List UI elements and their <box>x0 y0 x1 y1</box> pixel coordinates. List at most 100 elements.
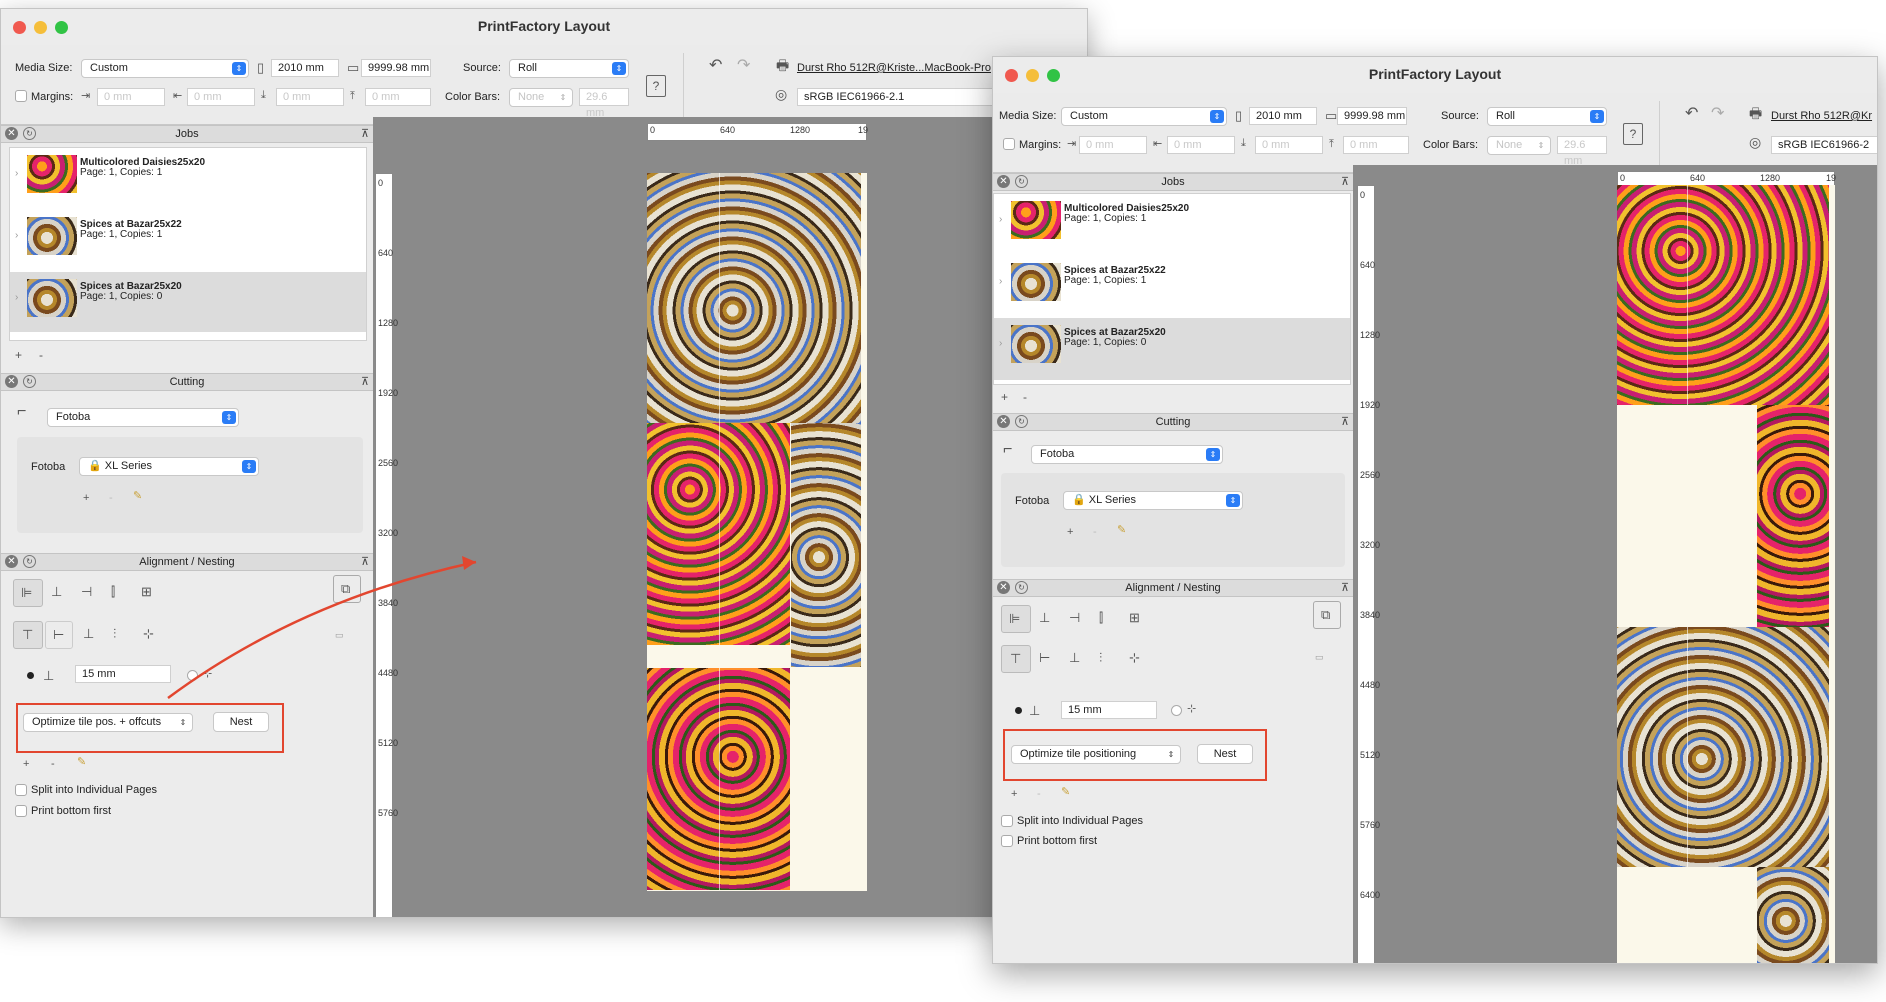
help-icon[interactable]: ? <box>646 75 666 97</box>
margin-top-field[interactable]: 0 mm <box>1343 136 1409 154</box>
margin-left-field[interactable]: 0 mm <box>1079 136 1147 154</box>
color-bars-select[interactable]: None ⇕ <box>1487 136 1551 155</box>
split-pages-checkbox[interactable] <box>15 784 27 796</box>
align-center-icon[interactable]: ⊥ <box>1039 611 1050 624</box>
chevron-right-icon[interactable]: › <box>15 230 18 241</box>
device-select[interactable]: 🔒 XL Series ⇕ <box>79 457 259 476</box>
margin-right-field[interactable]: 0 mm <box>1167 136 1235 154</box>
refresh-panel-icon[interactable]: ↻ <box>1015 175 1028 188</box>
close-panel-icon[interactable]: ✕ <box>5 127 18 140</box>
distribute-v-icon[interactable]: ⫶ <box>1099 651 1102 664</box>
margin-top-field[interactable]: 0 mm <box>365 88 431 106</box>
nest-frame-button[interactable]: ⧉ <box>1313 601 1341 629</box>
edit-pencil-icon[interactable]: ✎ <box>133 491 142 502</box>
margin-right-field[interactable]: 0 mm <box>187 88 255 106</box>
image-tile-daisies[interactable] <box>1617 185 1829 405</box>
edit-pencil-icon[interactable]: ✎ <box>1117 525 1126 536</box>
remove-job-button[interactable]: - <box>1023 391 1027 403</box>
close-window-button[interactable] <box>1005 69 1018 82</box>
margin-left-field[interactable]: 0 mm <box>97 88 165 106</box>
media-size-select[interactable]: Custom ⇕ <box>81 59 249 78</box>
media-width-field[interactable]: 2010 mm <box>271 59 339 77</box>
collapse-panel-icon[interactable]: ⊼ <box>1341 174 1349 190</box>
spacing-radio-2[interactable] <box>1171 705 1182 716</box>
align-top-button[interactable]: ⊤ <box>1001 645 1031 673</box>
image-tile-spices[interactable] <box>647 173 861 423</box>
undo-icon[interactable]: ↶ <box>709 58 722 74</box>
refresh-panel-icon[interactable]: ↻ <box>1015 581 1028 594</box>
color-bars-size-field[interactable]: 29.6 mm <box>579 88 629 119</box>
collapse-panel-icon[interactable]: ⊼ <box>361 126 369 142</box>
close-panel-icon[interactable]: ✕ <box>997 175 1010 188</box>
print-bottom-checkbox[interactable] <box>15 805 27 817</box>
add-job-button[interactable]: + <box>15 349 22 361</box>
chevron-right-icon[interactable]: › <box>999 214 1002 225</box>
nest-frame-button[interactable]: ⧉ <box>333 575 361 603</box>
job-item[interactable]: › Spices at Bazar25x22 Page: 1, Copies: 1 <box>10 210 366 262</box>
margins-checkbox[interactable] <box>15 90 27 102</box>
color-bars-select[interactable]: None ⇕ <box>509 88 573 107</box>
add-preset-button[interactable]: + <box>1011 789 1017 800</box>
refresh-panel-icon[interactable]: ↻ <box>23 375 36 388</box>
zoom-window-button[interactable] <box>55 21 68 34</box>
stack-icon[interactable]: ⊹ <box>143 627 154 640</box>
refresh-panel-icon[interactable]: ↻ <box>23 127 36 140</box>
image-tile-spices-offcut[interactable] <box>791 423 861 667</box>
media-width-field[interactable]: 2010 mm <box>1249 107 1317 125</box>
margins-checkbox[interactable] <box>1003 138 1015 150</box>
align-middle-button[interactable]: ⊢ <box>45 621 73 649</box>
spacing-radio-2[interactable] <box>187 670 198 681</box>
color-profile-field[interactable]: sRGB IEC61966-2.1 <box>797 88 997 106</box>
close-panel-icon[interactable]: ✕ <box>997 415 1010 428</box>
print-bottom-checkbox[interactable] <box>1001 835 1013 847</box>
image-tile-spices[interactable] <box>1617 627 1829 867</box>
collapse-panel-icon[interactable]: ⊼ <box>1341 414 1349 430</box>
spacing-field[interactable]: 15 mm <box>75 665 171 683</box>
spacing-radio-selected[interactable] <box>1015 707 1022 714</box>
add-device-button[interactable]: + <box>83 493 89 504</box>
device-select[interactable]: 🔒 XL Series ⇕ <box>1063 491 1243 510</box>
remove-device-button[interactable]: - <box>1093 527 1097 538</box>
source-select[interactable]: Roll ⇕ <box>1487 107 1607 126</box>
spacing-field[interactable]: 15 mm <box>1061 701 1157 719</box>
collapse-panel-icon[interactable]: ⊼ <box>361 554 369 570</box>
close-panel-icon[interactable]: ✕ <box>5 555 18 568</box>
close-panel-icon[interactable]: ✕ <box>997 581 1010 594</box>
refresh-panel-icon[interactable]: ↻ <box>23 555 36 568</box>
align-grid-icon[interactable]: ⊞ <box>1129 611 1140 624</box>
distribute-h-icon[interactable]: ⫿ <box>111 585 115 598</box>
align-bottom-icon[interactable]: ⊥ <box>1069 651 1080 664</box>
job-item[interactable]: › Multicolored Daisies25x20 Page: 1, Copie… <box>994 194 1350 246</box>
align-right-icon[interactable]: ⊣ <box>1069 611 1080 624</box>
spacing-radio-selected[interactable] <box>27 672 34 679</box>
margin-bottom-field[interactable]: 0 mm <box>276 88 344 106</box>
edit-pencil-icon[interactable]: ✎ <box>1061 787 1070 798</box>
align-center-icon[interactable]: ⊥ <box>51 585 62 598</box>
close-window-button[interactable] <box>13 21 26 34</box>
color-bars-size-field[interactable]: 29.6 mm <box>1557 136 1607 167</box>
refresh-panel-icon[interactable]: ↻ <box>1015 415 1028 428</box>
cutter-select[interactable]: Fotoba ⇕ <box>47 408 239 427</box>
printer-link[interactable]: Durst Rho 512R@Kriste...MacBook-Pro <box>797 62 991 74</box>
redo-icon[interactable]: ↷ <box>1711 106 1724 122</box>
split-pages-checkbox[interactable] <box>1001 815 1013 827</box>
image-tile-daisies[interactable] <box>647 668 790 890</box>
options-icon[interactable]: ▭ <box>335 631 344 640</box>
image-tile-daisies-offcut[interactable] <box>1757 405 1829 627</box>
printer-link[interactable]: Durst Rho 512R@Kr <box>1771 110 1872 122</box>
layout-canvas[interactable]: 0 640 1280 19 0 640 1280 1920 2560 3200 … <box>373 117 1087 917</box>
zoom-window-button[interactable] <box>1047 69 1060 82</box>
media-height-field[interactable]: 9999.98 mm <box>1337 107 1407 125</box>
chevron-right-icon[interactable]: › <box>15 168 18 179</box>
undo-icon[interactable]: ↶ <box>1685 106 1698 122</box>
stack-icon[interactable]: ⊹ <box>1129 651 1140 664</box>
margin-bottom-field[interactable]: 0 mm <box>1255 136 1323 154</box>
align-left-button[interactable]: ⊫ <box>1001 605 1031 633</box>
minimize-window-button[interactable] <box>1026 69 1039 82</box>
color-profile-field[interactable]: sRGB IEC61966-2 <box>1771 136 1877 154</box>
remove-job-button[interactable]: - <box>39 349 43 361</box>
layout-canvas[interactable]: 0 640 1280 19 0 640 1280 1920 2560 3200 … <box>1353 165 1877 963</box>
media-size-select[interactable]: Custom ⇕ <box>1061 107 1227 126</box>
distribute-h-icon[interactable]: ⫿ <box>1099 611 1103 624</box>
edit-pencil-icon[interactable]: ✎ <box>77 757 86 768</box>
